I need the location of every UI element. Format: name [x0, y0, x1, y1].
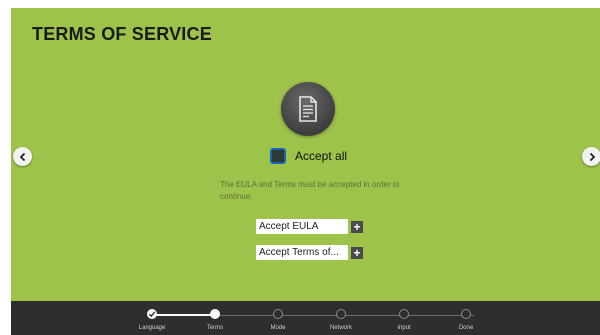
step-label-language[interactable]: Language: [139, 325, 166, 331]
step-label-terms[interactable]: Terms: [207, 325, 223, 331]
plus-icon[interactable]: +: [351, 246, 363, 259]
setup-progress-footer: Language Terms Mode Network Input Done: [11, 301, 600, 335]
step-label-mode[interactable]: Mode: [270, 325, 285, 331]
progress-track-completed: [152, 314, 215, 316]
accept-terms-label: Accept Terms of...: [256, 245, 348, 260]
checkmark-icon: [148, 311, 156, 318]
step-network-dot[interactable]: [336, 309, 346, 319]
accept-eula-button[interactable]: Accept EULA +: [256, 219, 363, 234]
accept-terms-button[interactable]: Accept Terms of... +: [256, 245, 363, 260]
step-label-done[interactable]: Done: [459, 325, 473, 331]
step-input-dot[interactable]: [399, 309, 409, 319]
step-terms-dot[interactable]: [210, 309, 220, 319]
accept-all-label: Accept all: [295, 149, 348, 163]
document-icon: [299, 96, 317, 122]
step-language-dot[interactable]: [147, 309, 157, 319]
step-label-network[interactable]: Network: [330, 325, 352, 331]
page-title: TERMS OF SERVICE: [32, 24, 212, 44]
chevron-left-icon: [19, 152, 25, 161]
next-button[interactable]: [582, 147, 600, 166]
accept-eula-label: Accept EULA: [256, 219, 348, 234]
previous-button[interactable]: [13, 147, 32, 166]
step-mode-dot[interactable]: [273, 309, 283, 319]
step-done-dot[interactable]: [461, 309, 471, 319]
setup-screen: TERMS OF SERVICE Accept all The EULA and…: [11, 8, 600, 301]
accept-all-checkbox[interactable]: Accept all: [270, 148, 347, 164]
step-label-input[interactable]: Input: [397, 325, 410, 331]
terms-notice: The EULA and Terms must be accepted in o…: [220, 180, 400, 201]
chevron-right-icon: [589, 152, 595, 161]
plus-icon[interactable]: +: [351, 220, 363, 233]
document-badge: [281, 82, 335, 136]
checkbox-box[interactable]: [270, 148, 286, 164]
